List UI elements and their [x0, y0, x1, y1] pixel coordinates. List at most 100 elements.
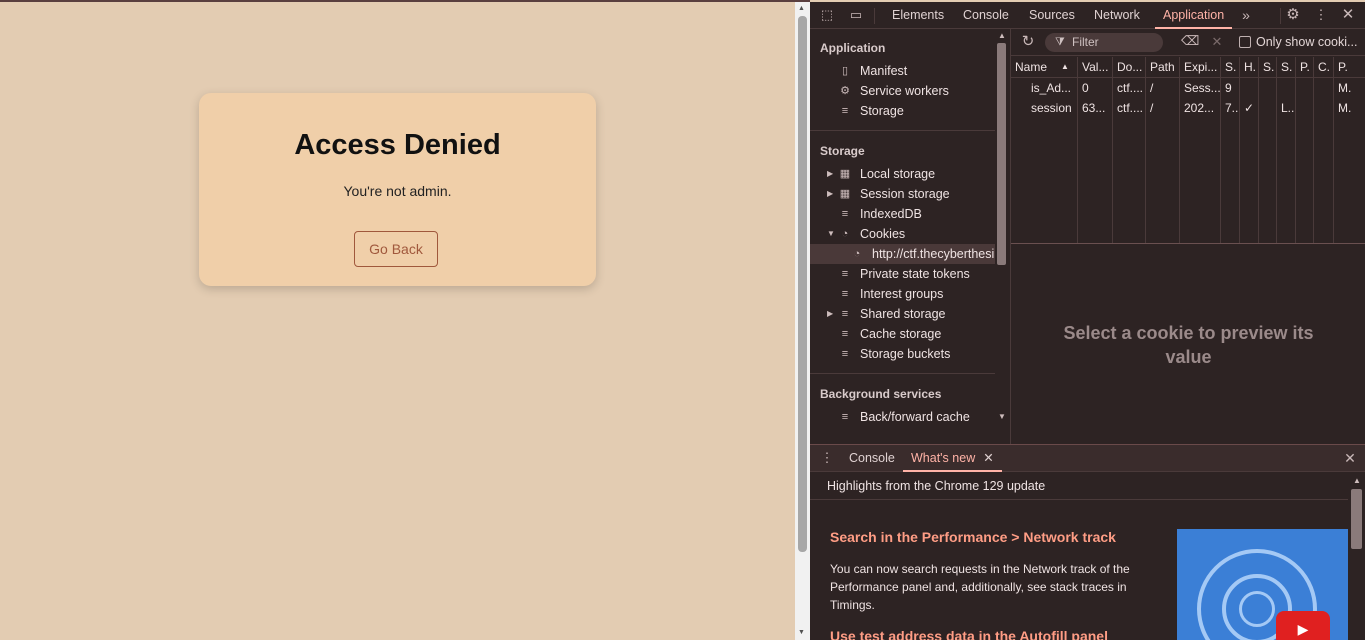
cookie-table: Name ▲ Val... Do... Path Expi... S. H. S.… — [1011, 57, 1365, 244]
tab-console[interactable]: Console — [963, 2, 1009, 29]
scroll-up-icon[interactable]: ▲ — [998, 31, 1006, 40]
drawer-scrollbar-thumb[interactable] — [1351, 489, 1362, 549]
sidebar-item-shared-storage[interactable]: ▶ ≡ Shared storage — [810, 304, 995, 324]
scroll-down-icon[interactable]: ▼ — [998, 412, 1006, 421]
access-denied-card: Access Denied You're not admin. Go Back — [199, 93, 596, 286]
sidebar-item-cache-storage[interactable]: ≡ Cache storage — [810, 324, 995, 344]
sidebar-item-local-storage[interactable]: ▶ ▦ Local storage — [810, 164, 995, 184]
scroll-up-icon[interactable]: ▲ — [1353, 476, 1361, 485]
inspect-element-icon[interactable]: ⬚ — [819, 7, 835, 23]
sidebar-item-service-workers[interactable]: ⚙ Service workers — [810, 81, 995, 101]
checkbox-box[interactable] — [1239, 36, 1251, 48]
kebab-menu-icon[interactable]: ⋮ — [1313, 7, 1329, 23]
table-cell[interactable]: 7... — [1221, 98, 1239, 118]
column-header[interactable]: Path — [1146, 57, 1179, 77]
database-icon: ≡ — [841, 411, 849, 423]
tab-application[interactable]: Application — [1155, 2, 1233, 29]
feature-title-link[interactable]: Search in the Performance > Network trac… — [830, 529, 1116, 545]
filter-input[interactable]: ⧩ Filter — [1045, 33, 1163, 52]
column-header[interactable]: H. — [1240, 57, 1259, 77]
sidebar-item-label: Shared storage — [860, 307, 946, 321]
sidebar-item-label: Cache storage — [860, 327, 942, 341]
sidebar-item-indexeddb[interactable]: ≡ IndexedDB — [810, 204, 995, 224]
table-cell[interactable]: 9 — [1221, 78, 1239, 98]
table-cell[interactable]: 202... — [1180, 98, 1220, 118]
sidebar-item-private-state-tokens[interactable]: ≡ Private state tokens — [810, 264, 995, 284]
table-cell[interactable]: Sess... — [1180, 78, 1220, 98]
more-tabs-icon[interactable]: » — [1238, 7, 1254, 23]
video-thumbnail[interactable]: ▶ — [1177, 529, 1349, 640]
expand-arrow-icon[interactable]: ▶ — [827, 304, 833, 324]
sidebar-item-label: Private state tokens — [860, 267, 970, 281]
clear-all-icon[interactable]: ⌫ — [1181, 33, 1199, 49]
table-cell[interactable]: / — [1146, 98, 1179, 118]
column-header[interactable]: P. — [1296, 57, 1314, 77]
table-cell[interactable]: M. — [1334, 98, 1365, 118]
drawer-menu-icon[interactable]: ⋮ — [819, 450, 835, 466]
table-cell[interactable]: ctf.... — [1113, 78, 1145, 98]
sidebar-item-manifest[interactable]: ▯ Manifest — [810, 61, 995, 81]
decor-circle — [1239, 591, 1275, 627]
device-toolbar-icon[interactable]: ▭ — [848, 7, 864, 23]
column-header[interactable]: C. — [1314, 57, 1334, 77]
devtools-drawer: ⋮ Console What's new ✕ ✕ Highlights from … — [810, 444, 1365, 640]
column-header[interactable]: S. — [1259, 57, 1277, 77]
table-icon: ▦ — [839, 168, 851, 180]
table-cell[interactable]: L... — [1277, 98, 1295, 118]
close-devtools-icon[interactable]: ✕ — [1340, 7, 1356, 23]
page-scrollbar-thumb[interactable] — [798, 16, 807, 552]
sidebar-item-session-storage[interactable]: ▶ ▦ Session storage — [810, 184, 995, 204]
cookie-icon: ◔ — [841, 228, 849, 240]
scroll-down-icon[interactable]: ▼ — [798, 629, 805, 636]
table-cell[interactable]: M. — [1334, 78, 1365, 98]
column-header[interactable]: Expi... — [1180, 57, 1221, 77]
only-show-issues-checkbox[interactable]: Only show cooki... — [1239, 35, 1357, 49]
column-header[interactable]: Do... — [1113, 57, 1145, 77]
refresh-icon[interactable]: ↻ — [1020, 34, 1036, 50]
sidebar-item-interest-groups[interactable]: ≡ Interest groups — [810, 284, 995, 304]
scroll-up-icon[interactable]: ▲ — [798, 5, 805, 12]
tab-sources[interactable]: Sources — [1029, 2, 1075, 29]
drawer-tab-whats-new[interactable]: What's new ✕ — [903, 445, 1002, 472]
feature-title-link[interactable]: Use test address data in the Autofill pa… — [830, 628, 1108, 640]
sidebar-item-cookie-origin[interactable]: ◔ http://ctf.thecyberthesi — [810, 244, 995, 264]
page-title: Access Denied — [294, 129, 501, 161]
close-tab-icon[interactable]: ✕ — [983, 451, 993, 465]
youtube-play-icon[interactable]: ▶ — [1276, 611, 1330, 640]
tab-network[interactable]: Network — [1094, 2, 1140, 29]
table-cell[interactable]: / — [1146, 78, 1179, 98]
sidebar-vertical-scrollbar[interactable]: ▲ ▼ — [995, 29, 1008, 424]
expand-arrow-icon[interactable]: ▶ — [827, 164, 833, 184]
column-header[interactable]: P. — [1334, 57, 1365, 77]
tab-elements[interactable]: Elements — [892, 2, 944, 29]
collapse-arrow-icon[interactable]: ▼ — [827, 224, 835, 244]
expand-arrow-icon[interactable]: ▶ — [827, 184, 833, 204]
table-cell[interactable]: ✓ — [1240, 98, 1258, 118]
devtools-panel: ⬚ ▭ Elements Console Sources Network App… — [810, 2, 1365, 640]
sidebar-item-back-forward-cache[interactable]: ≡ Back/forward cache — [810, 407, 995, 427]
sidebar-vscroll-thumb[interactable] — [997, 43, 1006, 265]
toolbar-divider — [1280, 8, 1281, 24]
preview-placeholder-text: Select a cookie to preview its value — [1063, 323, 1314, 367]
page-scrollbar[interactable]: ▲ ▼ — [795, 2, 810, 640]
column-header[interactable]: S. — [1277, 57, 1296, 77]
table-cell[interactable]: ctf.... — [1113, 98, 1145, 118]
delete-selected-icon[interactable]: ✕ — [1209, 34, 1225, 50]
table-cell[interactable]: session — [1027, 98, 1077, 118]
column-header[interactable]: Val... — [1078, 57, 1113, 77]
table-cell[interactable]: 0 — [1078, 78, 1112, 98]
sort-ascending-icon: ▲ — [1061, 62, 1069, 71]
gear-icon[interactable]: ⚙ — [1285, 7, 1301, 23]
table-cell[interactable]: is_Ad... — [1027, 78, 1077, 98]
sidebar-item-storage-overview[interactable]: ≡ Storage — [810, 101, 995, 121]
column-header[interactable]: S. — [1221, 57, 1240, 77]
sidebar-item-cookies[interactable]: ▼ ◔ Cookies — [810, 224, 995, 244]
go-back-button[interactable]: Go Back — [354, 231, 438, 267]
table-cell[interactable]: 63... — [1078, 98, 1112, 118]
error-message: You're not admin. — [343, 183, 452, 199]
column-header[interactable]: Name ▲ — [1011, 57, 1077, 77]
drawer-scrollbar[interactable]: ▲ — [1348, 473, 1365, 640]
drawer-tab-console[interactable]: Console — [849, 445, 895, 472]
sidebar-item-storage-buckets[interactable]: ≡ Storage buckets — [810, 344, 995, 364]
close-drawer-icon[interactable]: ✕ — [1342, 450, 1358, 466]
